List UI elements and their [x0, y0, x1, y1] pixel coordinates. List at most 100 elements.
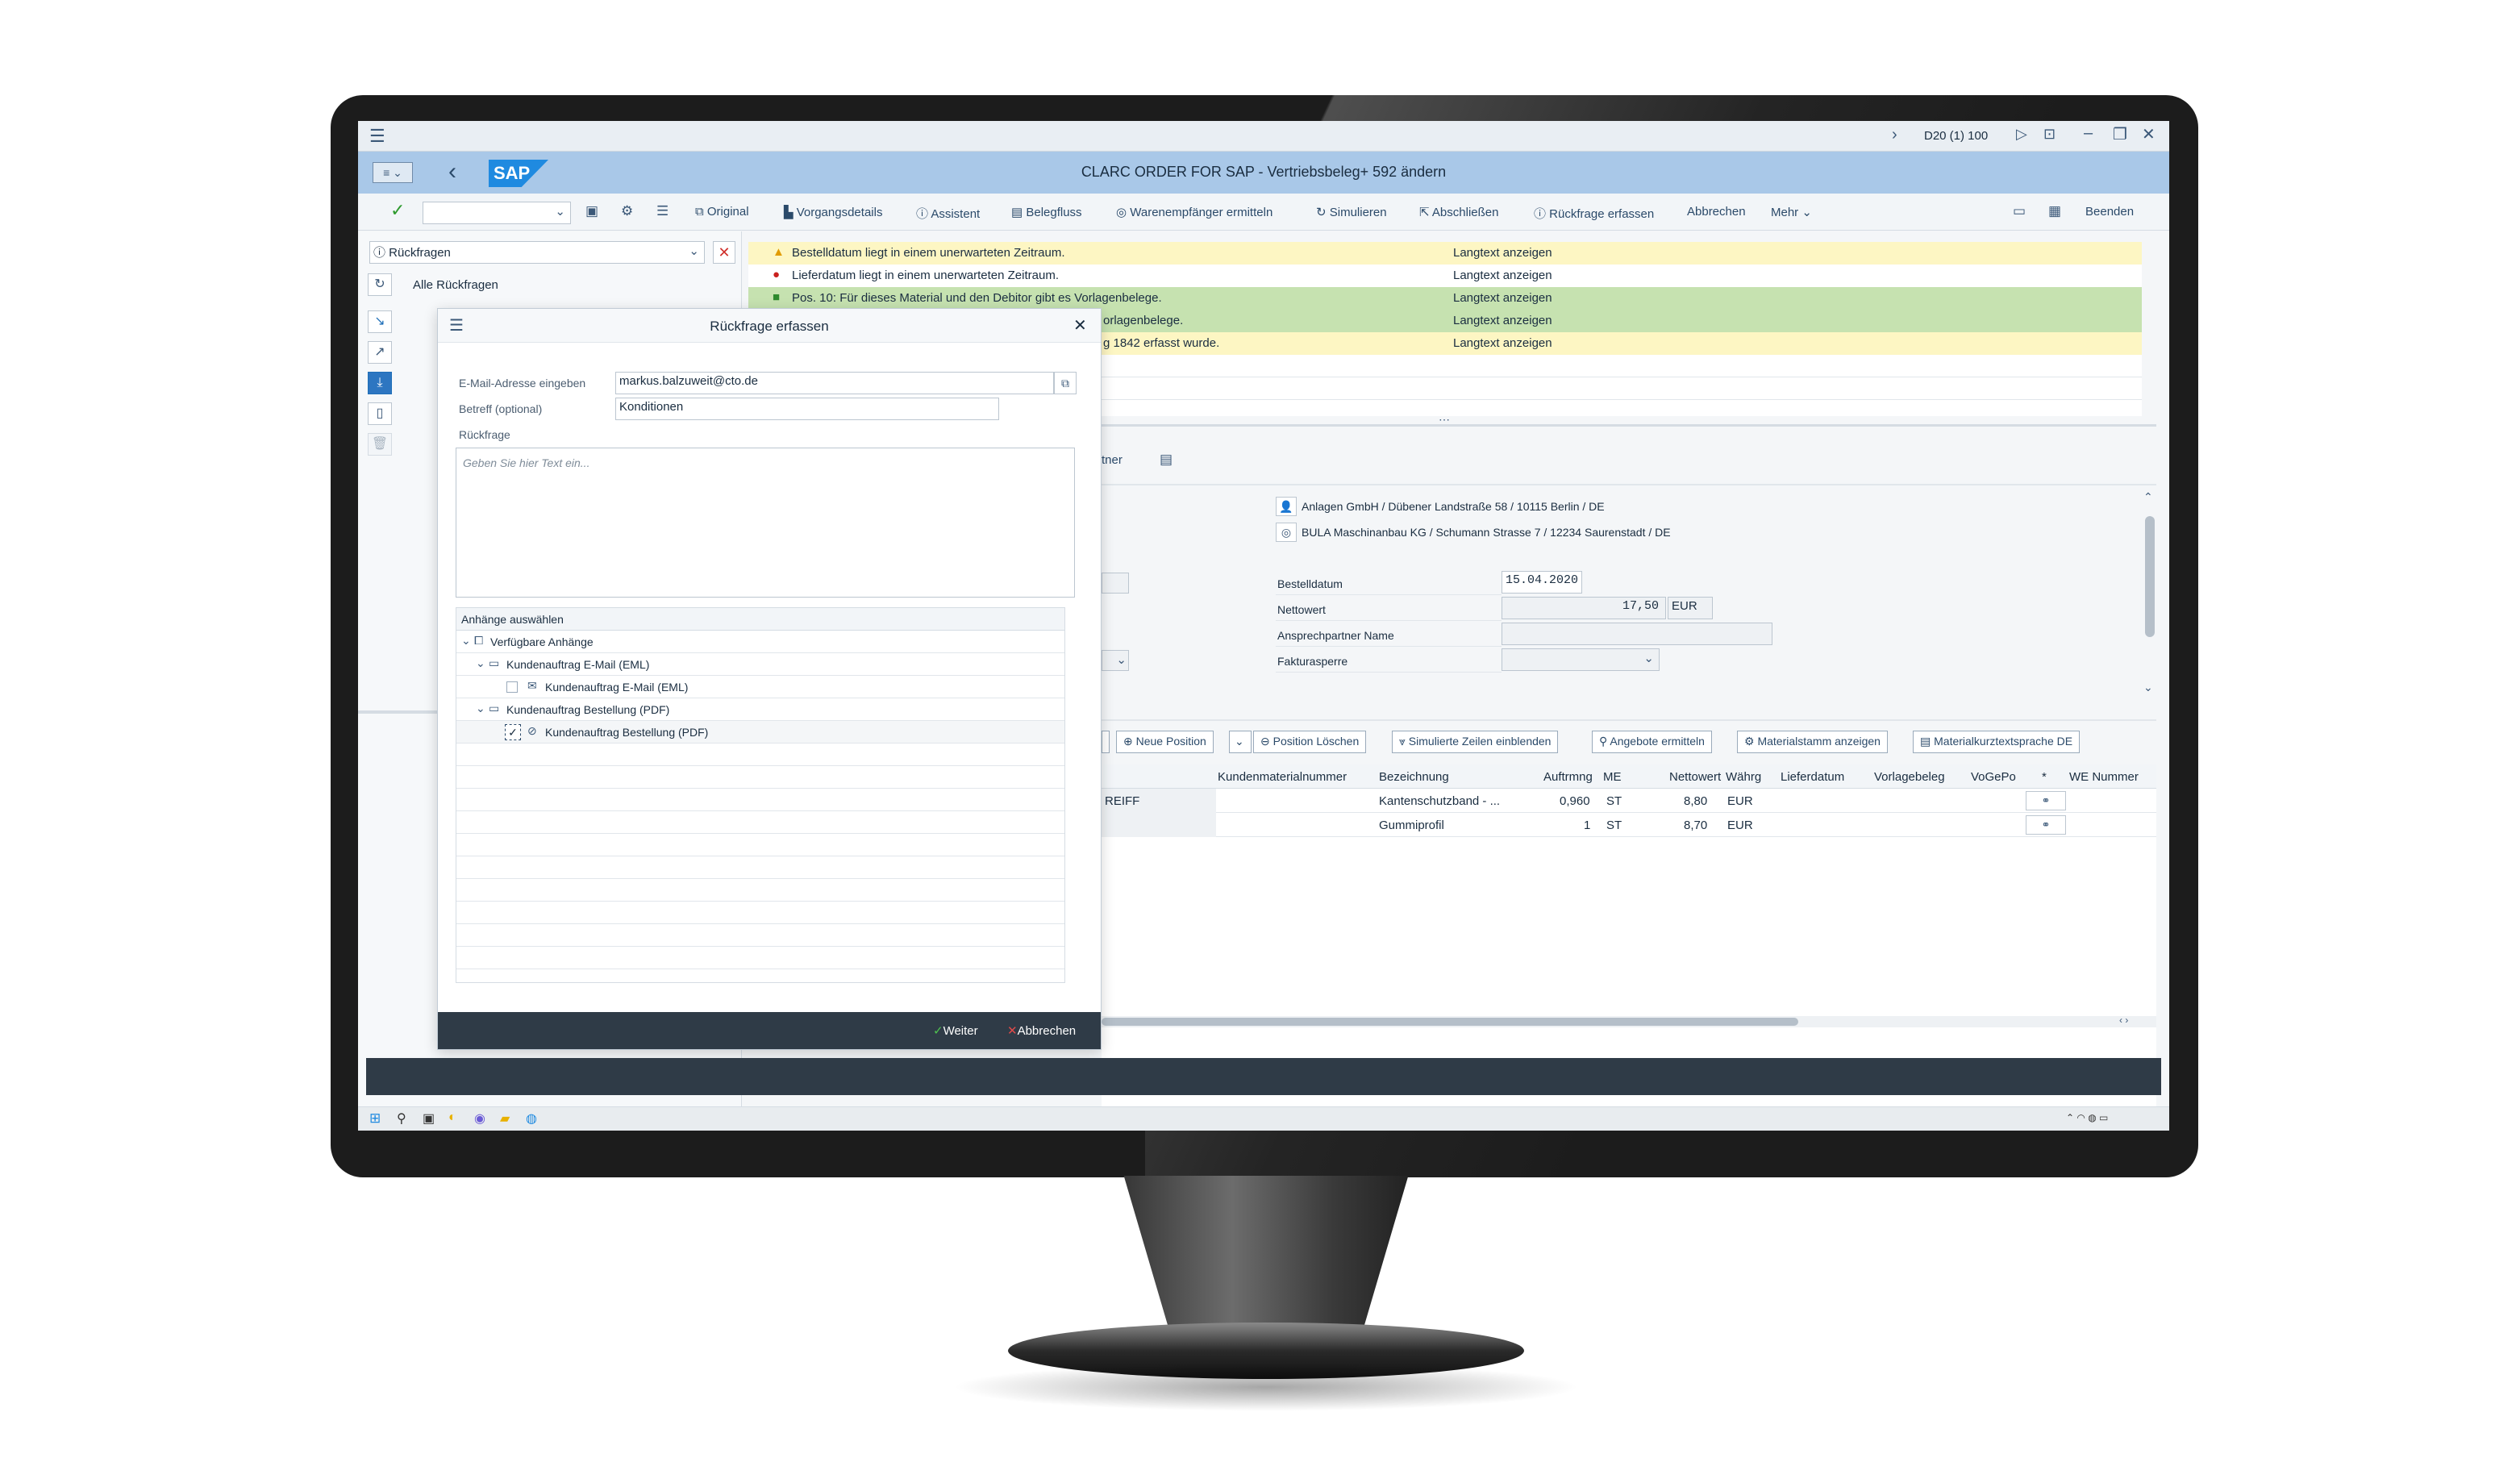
scroll-down-icon[interactable]: ⌄: [2143, 681, 2153, 694]
chevron-right-icon[interactable]: ›: [1892, 126, 1897, 144]
browser-icon[interactable]: ◍: [526, 1110, 537, 1127]
abbrechen-button[interactable]: Abbrechen: [1687, 205, 1746, 219]
tree-row[interactable]: ✓ ⊘ Kundenauftrag Bestellung (PDF): [456, 721, 1064, 744]
all-rueckfragen[interactable]: Alle Rückfragen: [413, 278, 498, 292]
angebote-button[interactable]: ⚲ Angebote ermitteln: [1592, 731, 1712, 753]
close-icon[interactable]: ✕: [2142, 124, 2156, 144]
command-field[interactable]: ⌄: [423, 202, 571, 224]
play-icon[interactable]: ▷: [2016, 126, 2027, 143]
dialog-abbrechen-button[interactable]: ✕Abbrechen: [1007, 1023, 1076, 1038]
col-header[interactable]: Lieferdatum: [1781, 770, 1844, 784]
weiter-button[interactable]: ✓Weiter: [933, 1023, 978, 1038]
attachment-checkbox-checked[interactable]: ✓: [505, 724, 521, 740]
scroll-arrows-icon[interactable]: ‹ ›: [2119, 1014, 2128, 1026]
belegfluss-button[interactable]: ▤ Belegfluss: [1011, 205, 1082, 219]
col-header[interactable]: WE Nummer: [2069, 770, 2139, 784]
folder-icon[interactable]: ▰: [500, 1110, 510, 1127]
lock-icon[interactable]: ⊡: [2043, 126, 2056, 143]
col-header[interactable]: ME: [1603, 770, 1622, 784]
langtext-link[interactable]: Langtext anzeigen: [1453, 246, 1552, 260]
weather-icon[interactable]: ◐: [448, 1110, 456, 1125]
download-icon[interactable]: ⤓: [368, 372, 392, 394]
assistent-button[interactable]: ⓘ Assistent: [916, 205, 980, 222]
check-icon[interactable]: ✓: [390, 200, 405, 221]
col-header[interactable]: Währg: [1726, 770, 1761, 784]
message-row[interactable]: ■ Pos. 10: Für dieses Material und den D…: [748, 287, 2142, 310]
position-loeschen-button[interactable]: ⊖ Position Löschen: [1253, 731, 1367, 753]
bestelldatum-field[interactable]: 15.04.2020: [1502, 571, 1582, 594]
original-button[interactable]: ⧉ Original: [695, 205, 749, 219]
rueckfrage-button[interactable]: ⓘ Rückfrage erfassen: [1534, 205, 1654, 222]
chevron-down-icon[interactable]: ⌄: [461, 634, 471, 648]
address-book-icon[interactable]: ⧉: [1054, 372, 1077, 394]
warenempfaenger-button[interactable]: ◎ Warenempfänger ermitteln: [1116, 205, 1272, 219]
attachment-checkbox[interactable]: [506, 681, 518, 693]
partial-field[interactable]: ⌄: [1102, 650, 1129, 671]
langtext-link[interactable]: Langtext anzeigen: [1453, 314, 1552, 327]
simulierte-zeilen-button[interactable]: ⩔ Simulierte Zeilen einblenden: [1392, 731, 1559, 753]
h-scrollbar-thumb[interactable]: [1102, 1018, 1798, 1026]
tree-row[interactable]: ⌄ ▭ Kundenauftrag E-Mail (EML): [456, 653, 1064, 676]
langtext-link[interactable]: Langtext anzeigen: [1453, 291, 1552, 305]
message-row[interactable]: ● Lieferdatum liegt in einem unerwartete…: [748, 265, 2142, 287]
col-header[interactable]: Kundenmaterialnummer: [1218, 770, 1347, 784]
link-icon[interactable]: ⚭: [2026, 815, 2066, 835]
windows-icon[interactable]: ⊞: [369, 1110, 381, 1127]
tray-icons[interactable]: ⌃ ◠ ◍ ▭: [2066, 1112, 2108, 1123]
rueckfrage-textarea[interactable]: Geben Sie hier Text ein...: [456, 448, 1075, 598]
beenden-button[interactable]: Beenden: [2085, 205, 2134, 219]
chevron-down-icon[interactable]: ⌄: [476, 702, 485, 715]
chat-icon[interactable]: ◉: [474, 1110, 485, 1127]
tab-partner[interactable]: tner: [1102, 453, 1123, 467]
neue-position-button[interactable]: ⊕ Neue Position: [1116, 731, 1214, 753]
message-row[interactable]: ▲ Bestelldatum liegt in einem unerwartet…: [748, 242, 2142, 265]
email-input[interactable]: markus.balzuweit@cto.de: [615, 372, 1054, 394]
materialstamm-button[interactable]: ⚙ Materialstamm anzeigen: [1737, 731, 1888, 753]
refresh-icon[interactable]: ↻: [368, 273, 392, 296]
tree-row[interactable]: ⌄ ▭ Kundenauftrag Bestellung (PDF): [456, 698, 1064, 721]
trash-icon[interactable]: 🗑: [368, 433, 392, 456]
minimize-icon[interactable]: –: [2084, 124, 2093, 143]
tree-row[interactable]: ✉ Kundenauftrag E-Mail (EML): [456, 676, 1064, 698]
search-icon[interactable]: ⚲: [397, 1110, 406, 1127]
col-header[interactable]: Vorlagebeleg: [1874, 770, 1945, 784]
h-scrollbar[interactable]: ‹ ›: [1102, 1014, 2156, 1027]
table-icon[interactable]: ▤: [1160, 452, 1173, 468]
vorgangsdetails-button[interactable]: ▙ Vorgangsdetails: [784, 205, 882, 219]
document-icon[interactable]: ▯: [368, 402, 392, 425]
langtext-link[interactable]: Langtext anzeigen: [1453, 269, 1552, 282]
table-row[interactable]: Gummiprofil 1 ST 8,70 EUR ⚭: [1102, 813, 2156, 837]
materialkurztext-button[interactable]: ▤ Materialkurztextsprache DE: [1913, 731, 2081, 753]
col-header[interactable]: *: [2042, 770, 2047, 784]
taskview-icon[interactable]: ▣: [423, 1110, 435, 1127]
mehr-button[interactable]: Mehr ⌄: [1771, 205, 1812, 219]
col-header[interactable]: VoGePo: [1971, 770, 2016, 784]
close-icon[interactable]: ✕: [713, 241, 735, 264]
tool-icon[interactable]: ⚙: [621, 203, 633, 219]
betreff-input[interactable]: Konditionen: [615, 398, 999, 420]
scrollbar-thumb[interactable]: [2145, 516, 2155, 637]
tree-row[interactable]: ⌄ ⧠ Verfügbare Anhänge: [456, 631, 1064, 653]
arrow-up-right-icon[interactable]: ↗: [368, 341, 392, 364]
fakturasperre-dropdown[interactable]: ⌄: [1502, 648, 1660, 671]
col-header[interactable]: Nettowert: [1669, 770, 1721, 784]
person-icon[interactable]: 👤: [1276, 497, 1297, 516]
partial-field[interactable]: [1102, 573, 1129, 594]
col-header[interactable]: Bezeichnung: [1379, 770, 1449, 784]
rueckfragen-dropdown[interactable]: ⓘ Rückfragen ⌄: [369, 241, 705, 264]
person-icon[interactable]: ◎: [1276, 523, 1297, 542]
maximize-icon[interactable]: ❐: [2113, 124, 2127, 144]
col-header[interactable]: Auftrmng: [1543, 770, 1593, 784]
save-icon[interactable]: ▣: [585, 203, 598, 219]
chevron-down-icon[interactable]: ⌄: [476, 656, 485, 670]
close-icon[interactable]: ✕: [1073, 315, 1087, 335]
window-icon[interactable]: ▭: [2013, 203, 2026, 219]
scroll-up-icon[interactable]: ⌃: [2143, 490, 2153, 504]
table-row[interactable]: REIFF Kantenschutzband - ... 0,960 ST 8,…: [1102, 789, 2156, 813]
ansprechpartner-field[interactable]: [1502, 623, 1772, 645]
langtext-link[interactable]: Langtext anzeigen: [1453, 336, 1552, 350]
partial-button[interactable]: [1102, 731, 1110, 753]
neue-position-dropdown[interactable]: ⌄: [1229, 731, 1252, 753]
arrow-down-right-icon[interactable]: ↘: [368, 310, 392, 333]
drag-handle-icon[interactable]: ⋯: [1439, 413, 1450, 427]
